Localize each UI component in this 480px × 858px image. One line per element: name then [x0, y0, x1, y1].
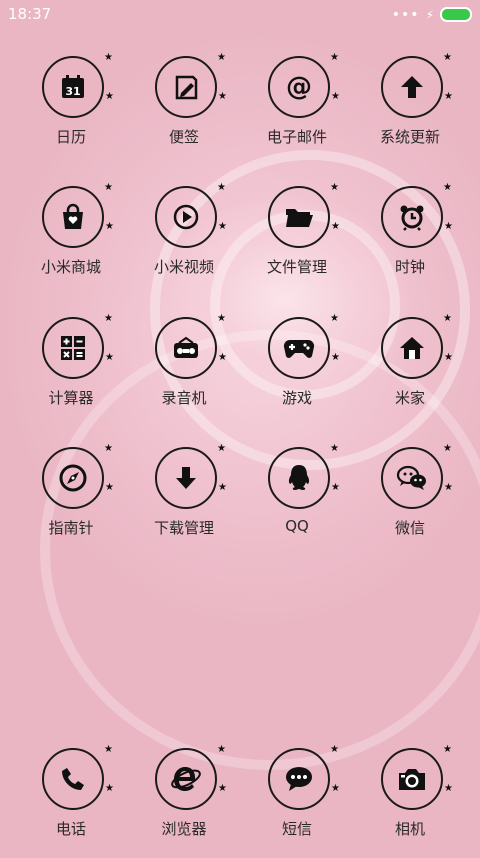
app-mi-home[interactable]: ★ ★ 米家 — [355, 313, 465, 427]
app-file-manager[interactable]: ★ ★ 文件管理 — [242, 182, 352, 296]
dock-camera[interactable]: ★ ★ 相机 — [355, 744, 465, 858]
app-email[interactable]: @ ★ ★ 电子邮件 — [242, 52, 352, 166]
video-icon — [155, 186, 217, 248]
shopping-bag-icon — [42, 186, 104, 248]
wechat-icon — [381, 447, 443, 509]
svg-text:@: @ — [286, 72, 312, 102]
sms-icon — [268, 748, 330, 810]
app-compass[interactable]: ★ ★ 指南针 — [16, 443, 126, 557]
app-calculator[interactable]: ★ ★ 计算器 — [16, 313, 126, 427]
app-label: 下载管理 — [153, 519, 214, 537]
app-system-update[interactable]: ★ ★ 系统更新 — [355, 52, 465, 166]
app-download-manager[interactable]: ★ ★ 下载管理 — [129, 443, 239, 557]
notes-icon — [155, 56, 217, 118]
app-label: QQ — [285, 517, 309, 535]
app-label: 时钟 — [394, 258, 425, 276]
calculator-icon — [42, 317, 104, 379]
app-label: 游戏 — [281, 389, 312, 407]
app-label: 浏览器 — [161, 820, 207, 838]
clock-icon — [381, 186, 443, 248]
email-icon: @ — [268, 56, 330, 118]
app-label: 录音机 — [161, 389, 207, 407]
recorder-icon — [155, 317, 217, 379]
app-label: 微信 — [394, 519, 425, 537]
dock-phone[interactable]: ★ ★ 电话 — [16, 744, 126, 858]
app-clock[interactable]: ★ ★ 时钟 — [355, 182, 465, 296]
camera-icon — [381, 748, 443, 810]
app-calendar[interactable]: 31 ★ ★ 日历 — [16, 52, 126, 166]
app-label: 系统更新 — [379, 128, 440, 146]
app-label: 日历 — [55, 128, 86, 146]
download-icon — [155, 447, 217, 509]
svg-text:31: 31 — [65, 85, 80, 98]
app-label: 便签 — [168, 128, 199, 146]
app-label: 电子邮件 — [266, 128, 327, 146]
app-label: 文件管理 — [266, 258, 327, 276]
browser-icon — [155, 748, 217, 810]
dock-sms[interactable]: ★ ★ 短信 — [242, 744, 352, 858]
home-screen-grid: 31 ★ ★ 日历 ★ ★ 便签 @ ★ ★ 电子邮件 ★ ★ 系统更新 ★ ★ 小米商城 — [0, 0, 480, 853]
compass-icon — [42, 447, 104, 509]
app-label: 相机 — [394, 820, 425, 838]
app-label: 计算器 — [48, 389, 94, 407]
app-label: 短信 — [281, 820, 312, 838]
app-recorder[interactable]: ★ ★ 录音机 — [129, 313, 239, 427]
app-label: 小米视频 — [153, 258, 214, 276]
app-label: 指南针 — [48, 519, 94, 537]
app-games[interactable]: ★ ★ 游戏 — [242, 313, 352, 427]
app-qq[interactable]: ★ ★ QQ — [242, 443, 352, 557]
app-notes[interactable]: ★ ★ 便签 — [129, 52, 239, 166]
app-label: 电话 — [55, 820, 86, 838]
gamepad-icon — [268, 317, 330, 379]
dock-browser[interactable]: ★ ★ 浏览器 — [129, 744, 239, 858]
phone-icon — [42, 748, 104, 810]
app-label: 米家 — [394, 389, 425, 407]
qq-icon — [268, 447, 330, 509]
update-icon — [381, 56, 443, 118]
calendar-icon: 31 — [42, 56, 104, 118]
app-mi-store[interactable]: ★ ★ 小米商城 — [16, 182, 126, 296]
app-wechat[interactable]: ★ ★ 微信 — [355, 443, 465, 557]
home-icon — [381, 317, 443, 379]
app-label: 小米商城 — [40, 258, 101, 276]
folder-icon — [268, 186, 330, 248]
app-mi-video[interactable]: ★ ★ 小米视频 — [129, 182, 239, 296]
